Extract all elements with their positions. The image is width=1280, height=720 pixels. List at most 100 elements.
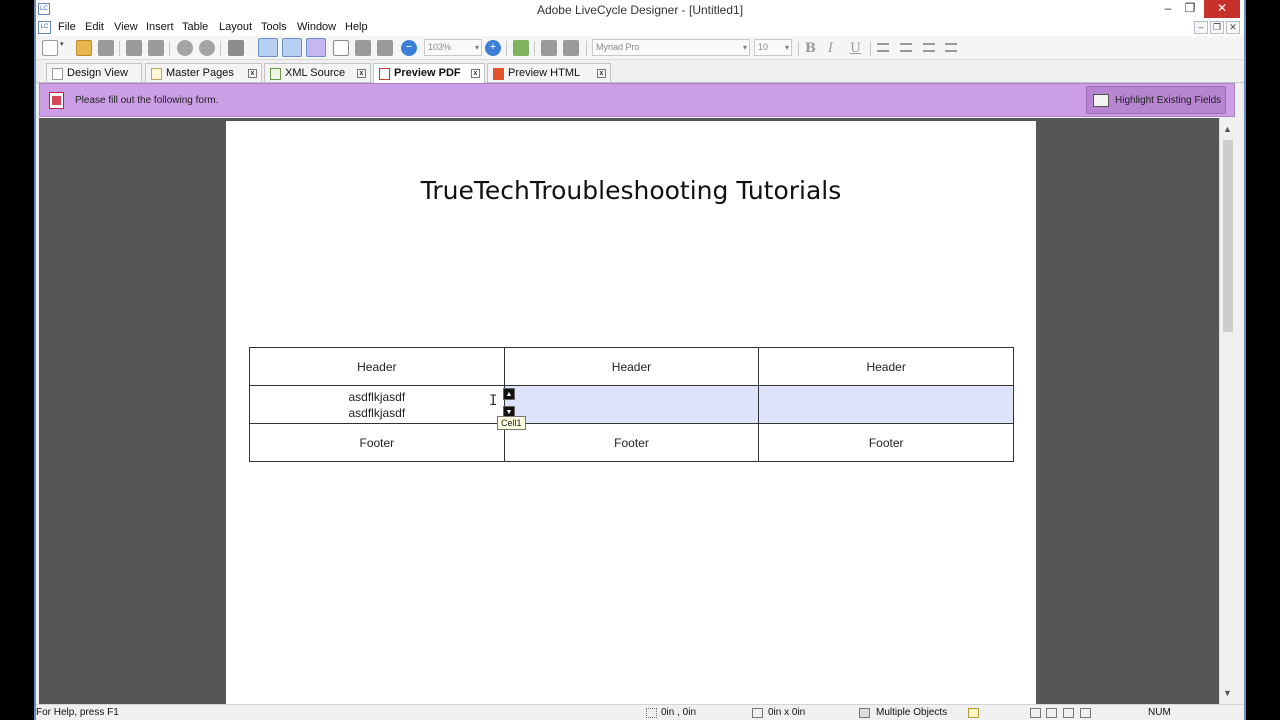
page-layout-2-icon[interactable] [377, 40, 393, 56]
size-icon [752, 708, 763, 718]
tab-master-pages[interactable]: Master Pages x [145, 63, 262, 82]
close-icon[interactable]: x [357, 69, 366, 78]
cell1-field[interactable] [503, 385, 760, 424]
vertical-scrollbar[interactable]: ▲ ▼ [1219, 118, 1235, 704]
scroll-spinner[interactable]: ▲ ▼ [503, 388, 515, 418]
underline-button[interactable]: U [850, 41, 861, 56]
highlight-fields-icon [1093, 94, 1109, 107]
position-icon [646, 708, 657, 718]
toolbar-separator [586, 41, 587, 56]
toolbar-separator [506, 41, 507, 56]
chevron-down-icon: ▾ [742, 43, 747, 52]
tab-label: Master Pages [166, 67, 234, 79]
text-object-icon [859, 708, 870, 718]
zoom-in-icon[interactable]: + [485, 40, 501, 56]
close-icon[interactable]: x [248, 69, 257, 78]
undo-icon[interactable] [177, 40, 193, 56]
zoom-select[interactable]: 103% ▾ [424, 39, 482, 56]
image-icon[interactable] [563, 40, 579, 56]
font-family-select[interactable]: Myriad Pro ▾ [592, 39, 750, 56]
grid-status-icon[interactable] [1080, 708, 1091, 718]
mdi-controls: – ❐ ✕ [1192, 21, 1240, 34]
window-title: Adobe LiveCycle Designer - [Untitled1] [536, 3, 744, 17]
close-icon[interactable]: x [597, 69, 606, 78]
justify-icon[interactable] [945, 43, 957, 52]
tab-preview-pdf[interactable]: Preview PDF x [373, 63, 485, 83]
close-button[interactable]: ✕ [1204, 0, 1240, 18]
status-position: 0in , 0in [661, 707, 697, 718]
grid-icon[interactable] [258, 38, 278, 57]
snap-grid-icon[interactable] [282, 38, 302, 57]
align-right-icon[interactable] [923, 43, 935, 52]
tab-preview-html[interactable]: Preview HTML x [487, 63, 611, 82]
tab-label: Preview PDF [394, 67, 461, 79]
menu-insert[interactable]: Insert [146, 21, 174, 33]
text-cursor-icon: I [489, 393, 498, 409]
zoom-out-icon[interactable]: − [401, 40, 417, 56]
redo-icon[interactable] [199, 40, 215, 56]
tab-label: Design View [67, 67, 128, 79]
align-left-icon[interactable] [877, 43, 889, 52]
menu-help[interactable]: Help [345, 21, 368, 33]
close-icon[interactable]: x [471, 69, 480, 78]
new-document-icon[interactable] [42, 40, 58, 56]
print-icon[interactable] [126, 40, 142, 56]
find-binoculars-icon[interactable] [228, 40, 244, 56]
menu-view[interactable]: View [114, 21, 138, 33]
align-center-icon[interactable] [900, 43, 912, 52]
toolbar-separator [870, 41, 871, 56]
mdi-close-button[interactable]: ✕ [1226, 21, 1240, 34]
italic-button[interactable]: I [828, 41, 833, 56]
blank-page-icon[interactable] [333, 40, 349, 56]
body-cell-text[interactable]: asdflkjasdf asdflkjasdf [249, 385, 505, 424]
menu-bar: LC File Edit View Insert Table Layout To… [36, 19, 1244, 36]
menu-file[interactable]: File [58, 21, 76, 33]
zoom-value: 103% [428, 42, 452, 52]
num-lock-indicator: NUM [1148, 707, 1171, 718]
menu-edit[interactable]: Edit [85, 21, 104, 33]
menu-window[interactable]: Window [297, 21, 336, 33]
guides-icon[interactable] [306, 38, 326, 57]
save-icon[interactable] [98, 40, 114, 56]
page-layout-icon[interactable] [355, 40, 371, 56]
right-background [1244, 0, 1280, 720]
tab-xml-source[interactable]: XML Source x [264, 63, 371, 82]
toolbar-separator [169, 41, 170, 56]
field-tooltip: Cell1 [497, 416, 526, 430]
scroll-up-arrow-icon[interactable]: ▲ [1223, 124, 1232, 134]
bold-button[interactable]: B [805, 41, 816, 56]
font-size-select[interactable]: 10 ▾ [754, 39, 792, 56]
restore-button[interactable]: ❐ [1177, 0, 1203, 18]
view-mode-icon[interactable] [1046, 708, 1057, 718]
spell-status-icon[interactable] [1030, 708, 1041, 718]
document-icon[interactable]: LC [38, 21, 51, 34]
document-canvas: TrueTechTroubleshooting Tutorials Header… [39, 118, 1219, 704]
menu-tools[interactable]: Tools [261, 21, 287, 33]
menu-layout[interactable]: Layout [219, 21, 252, 33]
highlight-existing-fields-button[interactable]: Highlight Existing Fields [1086, 86, 1226, 114]
html5-icon [493, 68, 504, 80]
mdi-restore-button[interactable]: ❐ [1210, 21, 1224, 34]
spell-check-icon[interactable] [513, 40, 529, 56]
body-cell-content: asdflkjasdf asdflkjasdf [250, 389, 504, 421]
mdi-minimize-button[interactable]: – [1194, 21, 1208, 34]
layout-mode-icon[interactable] [1063, 708, 1074, 718]
scroll-up-icon[interactable]: ▲ [503, 388, 515, 400]
tab-design-view[interactable]: Design View [46, 63, 142, 82]
import-icon[interactable] [541, 40, 557, 56]
new-dropdown-icon[interactable]: ▾ [60, 40, 68, 56]
cell2-field[interactable] [758, 385, 1014, 424]
table-footer-cell: Footer [758, 423, 1014, 462]
scrollbar-thumb[interactable] [1223, 140, 1233, 332]
table-footer-cell: Footer [249, 423, 505, 462]
menu-table[interactable]: Table [182, 21, 208, 33]
page-title: TrueTechTroubleshooting Tutorials [420, 176, 842, 205]
form-message-bar: Please fill out the following form. High… [39, 83, 1235, 117]
table-header-row: Header Header Header [249, 347, 1014, 386]
scroll-down-arrow-icon[interactable]: ▼ [1223, 688, 1232, 698]
table-footer-row: Footer Footer Footer [249, 423, 1014, 462]
app-window: LC Adobe LiveCycle Designer - [Untitled1… [36, 0, 1244, 720]
open-folder-icon[interactable] [76, 40, 92, 56]
pdf-form-icon [49, 92, 64, 109]
paste-icon[interactable] [148, 40, 164, 56]
